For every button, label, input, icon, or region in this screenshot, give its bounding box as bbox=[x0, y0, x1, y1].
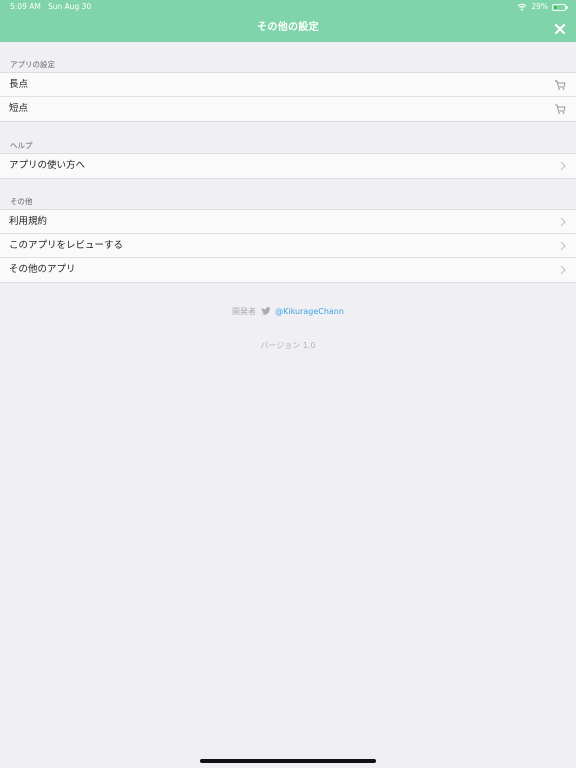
developer-twitter-link[interactable]: @KikurageChann bbox=[275, 307, 344, 316]
home-indicator[interactable] bbox=[200, 759, 376, 763]
battery-icon bbox=[552, 3, 568, 11]
version-label: バージョン 1.0 bbox=[260, 341, 316, 350]
row-other-apps[interactable]: その他のアプリ bbox=[0, 258, 576, 282]
status-time: 5:09 AM bbox=[10, 2, 41, 11]
chevron-right-icon bbox=[560, 265, 566, 275]
row-short-tone[interactable]: 短点 bbox=[0, 97, 576, 121]
row-how-to-use[interactable]: アプリの使い方へ bbox=[0, 154, 576, 178]
developer-credit: 開発者 @KikurageChann bbox=[0, 306, 576, 317]
chevron-right-icon bbox=[560, 217, 566, 227]
status-indicators: 29% bbox=[517, 0, 568, 14]
page-title: その他の設定 bbox=[257, 22, 319, 33]
status-date: Sun Aug 30 bbox=[47, 2, 92, 11]
navigation-bar: 5:09 AM Sun Aug 30 29% その他の設定 bbox=[0, 0, 576, 42]
row-review-app[interactable]: このアプリをレビューする bbox=[0, 234, 576, 258]
group-help: アプリの使い方へ bbox=[0, 153, 576, 179]
row-terms-of-use[interactable]: 利用規約 bbox=[0, 210, 576, 234]
row-long-tone[interactable]: 長点 bbox=[0, 73, 576, 97]
close-button[interactable] bbox=[553, 21, 567, 35]
status-bar: 5:09 AM Sun Aug 30 29% bbox=[0, 0, 576, 14]
row-label: 長点 bbox=[9, 79, 29, 90]
row-label: 利用規約 bbox=[9, 216, 48, 227]
developer-label: 開発者 bbox=[232, 307, 257, 316]
section-header-help: ヘルプ bbox=[10, 141, 33, 150]
group-app-settings: 長点 短点 bbox=[0, 72, 576, 122]
row-label: このアプリをレビューする bbox=[9, 240, 124, 251]
wifi-icon bbox=[517, 3, 527, 11]
cart-icon bbox=[555, 80, 566, 90]
cart-icon bbox=[555, 104, 566, 114]
row-label: その他のアプリ bbox=[9, 264, 76, 275]
chevron-right-icon bbox=[560, 161, 566, 171]
group-other: 利用規約 このアプリをレビューする その他のアプリ bbox=[0, 209, 576, 283]
status-time-date: 5:09 AM Sun Aug 30 bbox=[10, 0, 91, 14]
twitter-icon bbox=[260, 307, 271, 315]
row-label: 短点 bbox=[9, 103, 29, 114]
close-icon bbox=[554, 23, 566, 35]
battery-percent: 29% bbox=[531, 2, 548, 11]
section-header-other: その他 bbox=[10, 197, 33, 206]
row-label: アプリの使い方へ bbox=[9, 160, 86, 171]
section-header-app-settings: アプリの設定 bbox=[10, 60, 55, 69]
chevron-right-icon bbox=[560, 241, 566, 251]
